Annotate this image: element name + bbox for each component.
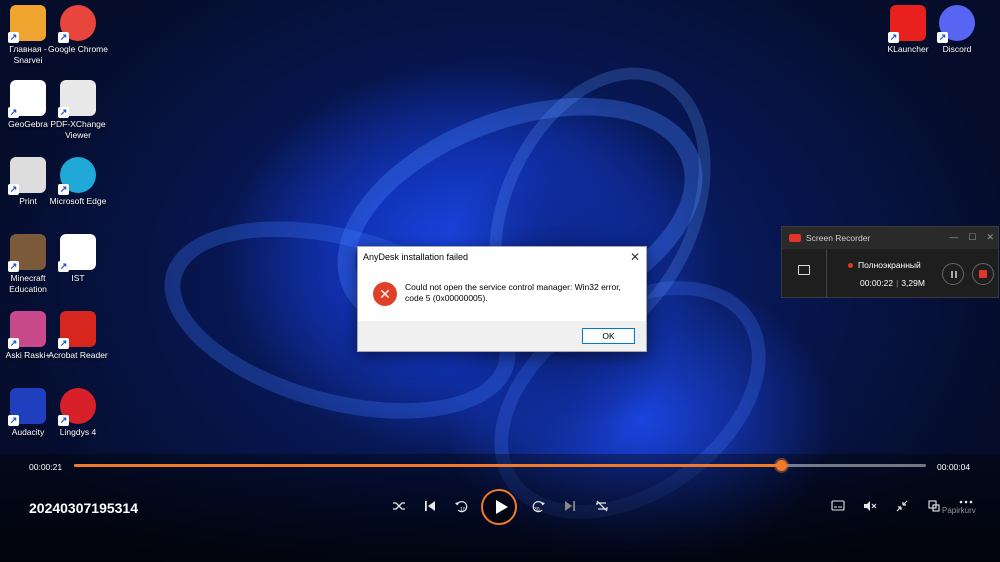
total-time: 00:00:04 xyxy=(937,462,971,472)
dialog-close-button[interactable]: ✕ xyxy=(630,250,640,264)
minecraft-icon: ↗ xyxy=(8,234,46,272)
minimize-button[interactable]: — xyxy=(949,232,958,243)
desktop-icon[interactable]: ↗ Acrobat Reader xyxy=(46,311,110,361)
recorder-logo-icon xyxy=(789,234,801,242)
shortcut-arrow-icon: ↗ xyxy=(8,415,19,426)
screen-recorder-widget: Screen Recorder — ☐ ✕ Полноэкранный 00:0… xyxy=(781,226,999,298)
video-filename: 20240307195314 xyxy=(29,500,139,516)
next-icon[interactable] xyxy=(561,500,579,516)
desktop-icon[interactable]: ↗ Microsoft Edge xyxy=(46,157,110,207)
desktop-icon-label: Google Chrome xyxy=(47,44,108,54)
discord-icon: ↗ xyxy=(937,5,975,43)
desktop-icon-label: PDF-XChange Viewer xyxy=(50,119,106,140)
aski-raski-icon: ↗ xyxy=(8,311,46,349)
picture-in-picture-icon[interactable] xyxy=(925,500,943,516)
previous-icon[interactable] xyxy=(421,500,439,516)
mute-icon[interactable] xyxy=(861,500,879,516)
desktop-icon-label: Microsoft Edge xyxy=(49,196,107,206)
audacity-icon: ↗ xyxy=(8,388,46,426)
play-button[interactable] xyxy=(481,489,517,525)
media-player-bar: 00:00:21 00:00:04 20240307195314 10 30 P… xyxy=(0,454,1000,562)
desktop-icon-label: Discord xyxy=(942,44,972,54)
recording-size: 3,29M xyxy=(901,278,925,288)
svg-text:10: 10 xyxy=(460,507,466,513)
close-button[interactable]: ✕ xyxy=(986,232,994,243)
shortcut-arrow-icon: ↗ xyxy=(8,107,19,118)
printer-icon: ↗ xyxy=(8,157,46,195)
stats-separator: | xyxy=(896,278,899,288)
repeat-off-icon[interactable] xyxy=(593,500,611,516)
dialog-title: AnyDesk installation failed xyxy=(363,252,469,262)
klauncher-icon: ↗ xyxy=(888,5,926,43)
desktop-icon[interactable]: ↗ PDF-XChange Viewer xyxy=(46,80,110,140)
seek-thumb[interactable] xyxy=(776,460,788,471)
acrobat-icon: ↗ xyxy=(58,311,96,349)
shuffle-icon[interactable] xyxy=(390,500,408,516)
chrome-icon: ↗ xyxy=(58,5,96,43)
geogebra-icon: ↗ xyxy=(8,80,46,118)
error-icon: ✕ xyxy=(373,282,397,306)
lingdys-icon: ↗ xyxy=(58,388,96,426)
dialog-footer: OK xyxy=(358,321,646,351)
recording-dot-icon xyxy=(848,262,853,268)
stop-recording-button[interactable] xyxy=(972,263,994,285)
pause-recording-button[interactable] xyxy=(942,263,964,285)
desktop-icon[interactable]: ↗ Lingdys 4 xyxy=(46,388,110,438)
desktop-icon-label: IST xyxy=(71,273,85,283)
desktop-icon-label: Lingdys 4 xyxy=(59,427,97,437)
shortcut-arrow-icon: ↗ xyxy=(58,261,69,272)
divider xyxy=(826,249,827,297)
seek-bar[interactable] xyxy=(74,460,926,471)
blank-file-icon: ↗ xyxy=(58,234,96,272)
desktop-icon[interactable]: ↗ Discord xyxy=(925,5,989,55)
shortcut-arrow-icon: ↗ xyxy=(58,32,69,43)
seek-bar-fill xyxy=(74,464,782,467)
shortcut-arrow-icon: ↗ xyxy=(58,107,69,118)
rewind-10-icon[interactable]: 10 xyxy=(453,500,471,516)
pdf-xchange-icon: ↗ xyxy=(58,80,96,118)
exit-fullscreen-icon[interactable] xyxy=(893,500,911,516)
shortcut-arrow-icon: ↗ xyxy=(58,184,69,195)
recorder-title: Screen Recorder xyxy=(806,233,871,243)
shortcut-arrow-icon: ↗ xyxy=(8,184,19,195)
shortcut-arrow-icon: ↗ xyxy=(58,338,69,349)
current-time: 00:00:21 xyxy=(29,462,63,472)
desktop-icon[interactable]: ↗ IST xyxy=(46,234,110,284)
shortcut-arrow-icon: ↗ xyxy=(888,32,899,43)
desktop-icon[interactable]: ↗ Google Chrome xyxy=(46,5,110,55)
folder-icon[interactable] xyxy=(798,265,810,275)
shortcut-arrow-icon: ↗ xyxy=(8,338,19,349)
ok-button[interactable]: OK xyxy=(582,328,635,344)
recording-mode: Полноэкранный xyxy=(858,260,921,270)
svg-text:30: 30 xyxy=(534,507,540,513)
desktop-icon-label: Acrobat Reader xyxy=(48,350,108,360)
home-folder-icon: ↗ xyxy=(8,5,46,43)
error-dialog: AnyDesk installation failed ✕ ✕ Could no… xyxy=(357,246,647,352)
maximize-button[interactable]: ☐ xyxy=(968,232,976,243)
edge-icon: ↗ xyxy=(58,157,96,195)
recycle-bin-label: Papirkurv xyxy=(942,506,976,515)
shortcut-arrow-icon: ↗ xyxy=(58,415,69,426)
dialog-message: Could not open the service control manag… xyxy=(405,282,621,303)
shortcut-arrow-icon: ↗ xyxy=(8,32,19,43)
shortcut-arrow-icon: ↗ xyxy=(937,32,948,43)
shortcut-arrow-icon: ↗ xyxy=(8,261,19,272)
subtitles-icon[interactable] xyxy=(829,500,847,516)
forward-30-icon[interactable]: 30 xyxy=(529,500,547,516)
recording-elapsed: 00:00:22 xyxy=(860,278,894,288)
